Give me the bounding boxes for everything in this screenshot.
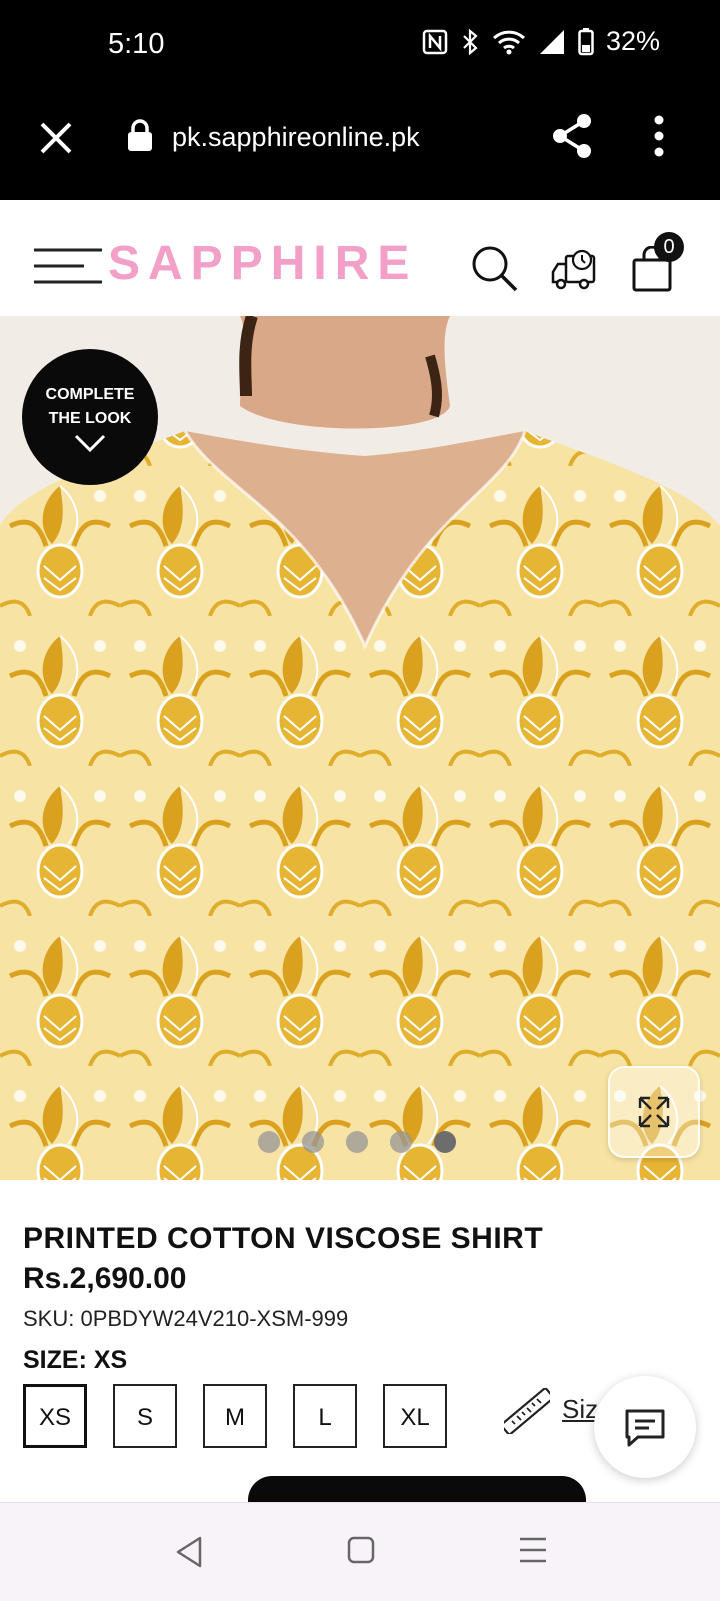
- carousel-dot-active[interactable]: [434, 1131, 456, 1153]
- product-sku: SKU: 0PBDYW24V210-XSM-999: [23, 1306, 349, 1331]
- browser-toolbar: pk.sapphireonline.pk: [0, 92, 720, 200]
- status-bar: 5:10 32%: [0, 0, 720, 92]
- carousel-dot[interactable]: [346, 1131, 368, 1153]
- bluetooth-icon: [463, 28, 478, 55]
- site-header: SAPPHIRE 0: [0, 200, 720, 316]
- lock-icon: [128, 119, 152, 151]
- carousel-dot[interactable]: [302, 1131, 324, 1153]
- signal-icon: [539, 29, 564, 54]
- carousel-dot[interactable]: [390, 1131, 412, 1153]
- badge-line-1: COMPLETE: [45, 386, 135, 403]
- url-text[interactable]: pk.sapphireonline.pk: [172, 122, 420, 153]
- chat-icon: [625, 1409, 665, 1447]
- product-image-carousel[interactable]: COMPLETE THE LOOK: [0, 316, 720, 1180]
- product-title: PRINTED COTTON VISCOSE SHIRT: [23, 1222, 544, 1255]
- size-option-l[interactable]: L: [293, 1384, 357, 1448]
- expand-icon: [638, 1096, 670, 1128]
- share-icon[interactable]: [550, 112, 594, 160]
- recents-icon[interactable]: [518, 1535, 548, 1565]
- hamburger-icon[interactable]: [34, 246, 102, 286]
- complete-the-look-button[interactable]: COMPLETE THE LOOK: [22, 349, 158, 485]
- ruler-icon[interactable]: [504, 1388, 550, 1434]
- chevron-down-icon: [74, 434, 106, 453]
- fullscreen-button[interactable]: [608, 1066, 700, 1158]
- carousel-dot[interactable]: [258, 1131, 280, 1153]
- battery-percent: 32%: [605, 26, 660, 56]
- product-price: Rs.2,690.00: [23, 1262, 187, 1295]
- cart-count-badge: 0: [654, 232, 684, 262]
- selected-size-label: SIZE: XS: [23, 1346, 128, 1374]
- badge-line-2: THE LOOK: [48, 410, 132, 427]
- size-option-xs[interactable]: XS: [23, 1384, 87, 1448]
- home-icon[interactable]: [346, 1535, 376, 1565]
- wifi-icon: [492, 30, 525, 54]
- delivery-truck-icon[interactable]: [550, 246, 598, 292]
- nfc-icon: [422, 29, 448, 54]
- system-nav-bar: [0, 1502, 720, 1601]
- search-icon[interactable]: [470, 244, 520, 294]
- battery-icon: [578, 27, 594, 55]
- site-logo[interactable]: SAPPHIRE: [108, 236, 417, 291]
- size-option-m[interactable]: M: [203, 1384, 267, 1448]
- more-vert-icon[interactable]: [652, 114, 666, 158]
- size-option-xl[interactable]: XL: [383, 1384, 447, 1448]
- size-option-s[interactable]: S: [113, 1384, 177, 1448]
- status-icons: 32%: [422, 26, 660, 57]
- close-icon[interactable]: [36, 118, 76, 158]
- chat-button[interactable]: [594, 1376, 696, 1478]
- size-guide-link[interactable]: Siz: [562, 1394, 598, 1425]
- carousel-dots: [258, 1131, 456, 1153]
- back-icon[interactable]: [174, 1535, 204, 1569]
- status-time: 5:10: [108, 28, 165, 60]
